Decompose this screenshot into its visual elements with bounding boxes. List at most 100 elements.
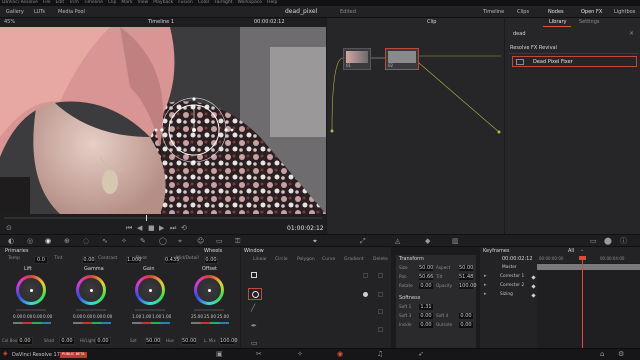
tracker-window-icon[interactable]: ⌖ xyxy=(313,238,317,245)
wheel-value[interactable]: 0.00 xyxy=(33,314,42,319)
window-delete-button[interactable]: Delete xyxy=(373,257,388,263)
transform-value-field[interactable]: 0.00 xyxy=(458,321,474,329)
bottom-param-value[interactable]: 0.00 xyxy=(59,337,75,345)
skip-back-icon[interactable]: ⏮ xyxy=(126,225,132,232)
camera-raw-icon[interactable]: ◐ xyxy=(8,238,14,245)
tab-library[interactable]: Library xyxy=(549,20,566,25)
wheel-value[interactable]: 1.00 xyxy=(152,314,161,319)
loop-icon[interactable]: ⟲ xyxy=(181,225,187,232)
window-tool-icon[interactable]: ◯ xyxy=(159,238,167,245)
media-pool-button[interactable]: Media Pool xyxy=(58,10,85,15)
transform-value-field[interactable]: 0.00 xyxy=(458,312,474,320)
wheel-value[interactable]: 0.00 xyxy=(13,314,22,319)
window-tool-curve[interactable]: Curve xyxy=(322,257,335,263)
play-reverse-icon[interactable]: ◀ xyxy=(137,225,142,232)
window-row-linear[interactable] xyxy=(248,270,262,280)
info-icon[interactable]: ⓘ xyxy=(620,238,627,245)
scopes-icon[interactable]: ▥ xyxy=(452,238,459,245)
wheel-center-handle[interactable] xyxy=(29,288,33,292)
key-icon[interactable]: ⚿ xyxy=(235,238,240,245)
transform-value-field[interactable]: 51.48 xyxy=(458,273,474,281)
color-wheel[interactable] xyxy=(194,275,224,305)
wheel-value[interactable]: 25.00 xyxy=(204,314,216,319)
bottom-param-value[interactable]: 0.00 xyxy=(95,337,111,345)
wheel-value[interactable]: 0.00 xyxy=(73,314,82,319)
settings-gear-icon[interactable]: ⚙ xyxy=(618,351,624,358)
rgb-mixer-icon[interactable]: ⊕ xyxy=(64,238,70,245)
transform-value-field[interactable]: 100.00 xyxy=(458,282,477,290)
wheel-value[interactable]: 25.00 xyxy=(217,314,229,319)
color-wheel[interactable] xyxy=(135,275,165,305)
nodes-toggle[interactable]: Nodes xyxy=(548,10,564,15)
sizing-icon[interactable]: ⤢ xyxy=(360,238,366,245)
fullscreen-icon[interactable]: ▭ xyxy=(590,238,597,245)
tab-settings[interactable]: Settings xyxy=(579,20,600,25)
edit-page-icon[interactable]: ✂ xyxy=(256,351,262,358)
window-row-circle[interactable] xyxy=(248,288,262,300)
timeline-name[interactable]: Timeline 1 xyxy=(148,20,174,25)
zoom-level[interactable]: 45% xyxy=(4,20,15,25)
timeline-toggle[interactable]: Timeline xyxy=(483,10,504,15)
transform-value-field[interactable]: 0.00 xyxy=(418,312,434,320)
bottom-param-value[interactable]: 50.00 xyxy=(181,337,197,345)
mask-toggle-3[interactable] xyxy=(378,309,383,314)
playhead-marker-icon[interactable] xyxy=(579,256,586,260)
keyframe-track-row[interactable]: Master xyxy=(480,264,537,272)
keyframe-track-row[interactable]: Sizing ▸ xyxy=(480,291,537,299)
window-row-polygon[interactable]: ╱ xyxy=(251,305,259,313)
stop-icon[interactable]: ■ xyxy=(148,225,155,232)
motion-effects-icon[interactable]: ◌ xyxy=(83,238,89,245)
fx-search-input[interactable]: dead xyxy=(513,32,526,37)
tracker-icon[interactable]: ⌖ xyxy=(178,238,182,245)
magic-mask-icon[interactable]: ☺ xyxy=(197,238,204,245)
wheel-value[interactable]: 1.00 xyxy=(162,314,171,319)
color-match-icon[interactable]: ◎ xyxy=(27,238,33,245)
keyframe-diamond-icon[interactable] xyxy=(531,275,536,280)
keyframe-track-row[interactable]: Corrector 1 ▸ xyxy=(480,273,537,281)
viewer-options-icon[interactable]: ⊙ xyxy=(6,225,12,232)
luts-button[interactable]: LUTs xyxy=(34,10,45,15)
bottom-param-value[interactable]: 50.00 xyxy=(145,337,161,345)
color-wheel[interactable] xyxy=(16,275,46,305)
wheel-master-slider[interactable] xyxy=(16,309,46,311)
bottom-param-value[interactable]: 100.00 xyxy=(219,337,238,345)
window-tool-gradient[interactable]: Gradient xyxy=(344,257,364,263)
wheel-center-handle[interactable] xyxy=(89,288,93,292)
invert-toggle[interactable] xyxy=(363,273,368,278)
chevron-down-icon[interactable]: ⌄ xyxy=(580,248,584,253)
scrubber-bar[interactable] xyxy=(4,217,322,219)
window-row-gradient[interactable]: ▭ xyxy=(251,340,259,347)
wheel-master-slider[interactable] xyxy=(76,309,106,311)
wheel-value[interactable]: 0.00 xyxy=(43,314,52,319)
keyframes-track-area[interactable] xyxy=(537,263,640,348)
play-icon[interactable]: ▶ xyxy=(159,225,164,232)
media-page-icon[interactable]: ▣ xyxy=(216,351,223,358)
warper-icon[interactable]: ✧ xyxy=(121,238,127,245)
keyframes-mode[interactable]: All xyxy=(568,249,574,254)
blur-icon[interactable]: ▭ xyxy=(216,238,223,245)
wheel-center-handle[interactable] xyxy=(148,288,152,292)
wheel-value[interactable]: 0.00 xyxy=(83,314,92,319)
mask-toggle-2[interactable] xyxy=(378,292,383,297)
fusion-page-icon[interactable]: ✧ xyxy=(297,351,303,358)
expand-arrow-icon[interactable]: ▸ xyxy=(484,283,487,288)
window-tool-linear[interactable]: Linear xyxy=(253,257,267,263)
wheel-value[interactable]: 1.00 xyxy=(132,314,141,319)
transform-value-field[interactable]: 0.00 xyxy=(418,321,434,329)
viewer-image[interactable] xyxy=(0,27,326,214)
open-fx-toggle[interactable]: Open FX xyxy=(581,10,602,15)
transform-value-field[interactable]: 50.66 xyxy=(418,273,434,281)
bottom-param-value[interactable]: 0.00 xyxy=(17,337,33,345)
param-value-field[interactable]: 0.00 xyxy=(82,256,96,264)
gallery-button[interactable]: Gallery xyxy=(6,10,24,15)
lightbox-toggle[interactable]: Lightbox xyxy=(614,10,636,15)
transform-value-field[interactable]: 0.00 xyxy=(418,282,434,290)
keyframes-toggle-icon[interactable]: ◆ xyxy=(425,238,430,245)
window-row-curve[interactable]: ✒ xyxy=(251,323,259,331)
search-icon[interactable]: × xyxy=(629,31,634,37)
fx-item-dead-pixel-fixer[interactable]: Dead Pixel Fixer xyxy=(512,56,637,67)
wheel-value[interactable]: 0.00 xyxy=(23,314,32,319)
keyframes-playhead[interactable] xyxy=(582,257,583,348)
keyframe-diamond-icon[interactable] xyxy=(531,293,536,298)
deliver-page-icon[interactable]: ➶ xyxy=(418,351,424,358)
